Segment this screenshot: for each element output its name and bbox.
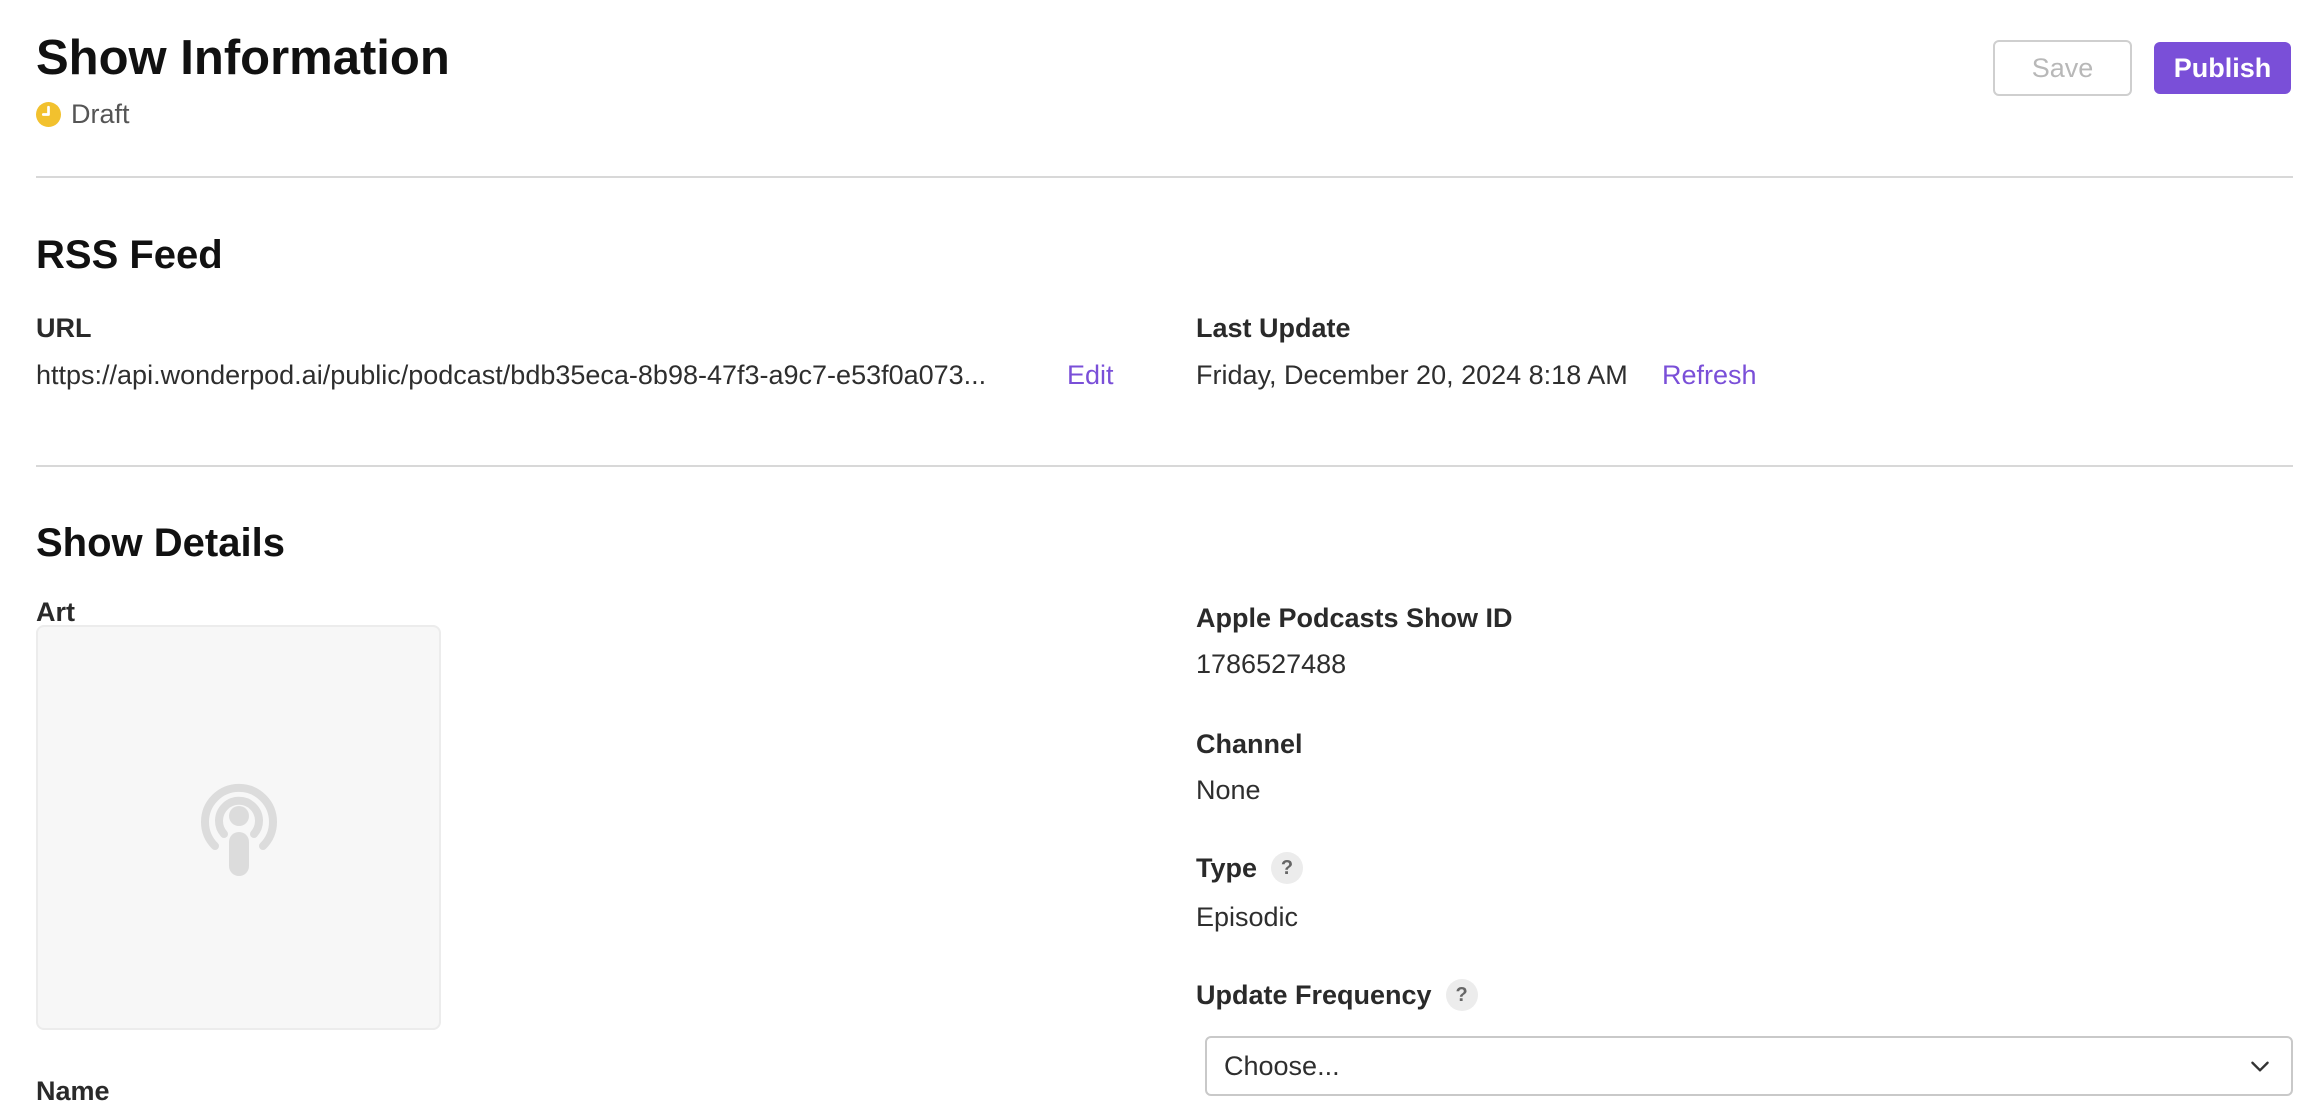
save-button[interactable]: Save [1993,40,2132,96]
rss-url-value: https://api.wonderpod.ai/public/podcast/… [36,360,987,390]
publish-button[interactable]: Publish [2154,42,2291,94]
clock-icon [36,101,61,127]
status-indicator: Draft [36,97,130,131]
url-label: URL [36,313,92,343]
type-label-row: Type ? [1196,851,1304,885]
update-frequency-selected: Choose... [1224,1050,1340,1081]
divider [36,176,2293,178]
divider [36,465,2293,467]
last-update-label: Last Update [1196,313,1351,343]
channel-value: None [1196,775,1261,805]
podcast-icon [200,783,277,876]
name-label: Name [36,1076,110,1106]
show-information-page: Show Information Draft Save Publish RSS … [0,0,2320,1118]
update-frequency-select[interactable]: Choose... [1205,1036,2293,1096]
apple-show-id-label: Apple Podcasts Show ID [1196,603,1513,633]
last-update-value: Friday, December 20, 2024 8:18 AM [1196,360,1628,390]
update-frequency-label: Update Frequency [1196,980,1432,1010]
rss-feed-heading: RSS Feed [36,233,223,277]
status-label: Draft [71,99,130,129]
help-icon[interactable]: ? [1271,852,1304,884]
art-label: Art [36,597,75,627]
type-label: Type [1196,853,1258,883]
update-frequency-label-row: Update Frequency ? [1196,978,1478,1012]
refresh-link[interactable]: Refresh [1662,358,1757,392]
apple-show-id-value: 1786527488 [1196,649,1347,679]
page-title: Show Information [36,31,450,85]
channel-label: Channel [1196,729,1303,759]
help-icon[interactable]: ? [1445,979,1478,1011]
edit-url-link[interactable]: Edit [1067,358,1114,392]
type-value: Episodic [1196,902,1299,932]
show-art-upload[interactable] [36,625,441,1030]
chevron-down-icon [2251,1061,2269,1072]
show-details-heading: Show Details [36,521,285,565]
